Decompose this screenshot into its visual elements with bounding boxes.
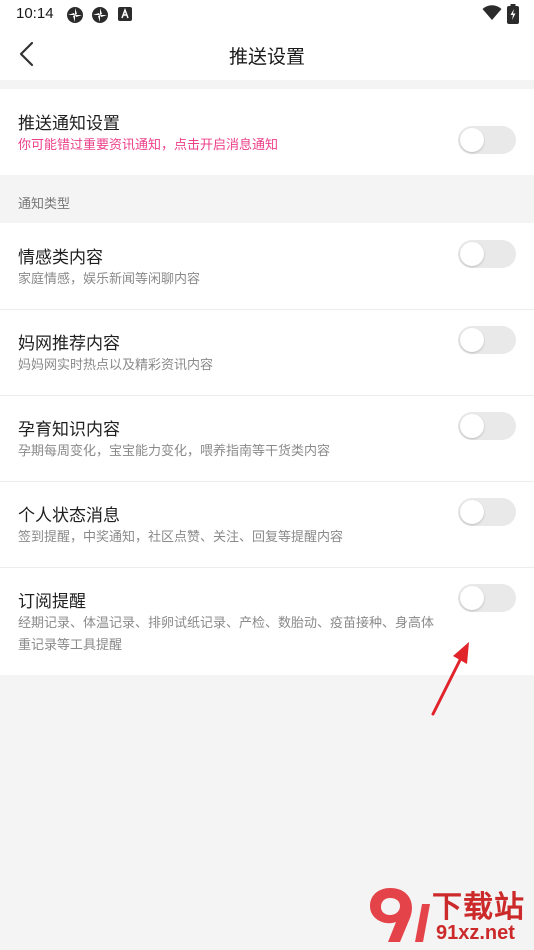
watermark-url: 91xz.net [436, 922, 515, 944]
list-item-title: 订阅提醒 [18, 592, 86, 612]
emotion-content-toggle[interactable] [458, 240, 516, 268]
push-notification-title: 推送通知设置 [18, 114, 120, 134]
parenting-knowledge-toggle[interactable] [458, 412, 516, 440]
list-item-title: 个人状态消息 [18, 506, 120, 526]
nav-bar: 推送设置 [0, 28, 534, 80]
pinwheel-icon [92, 7, 108, 23]
list-item-personal-status[interactable]: 个人状态消息 签到提醒，中奖通知，社区点赞、关注、回复等提醒内容 [0, 482, 534, 568]
subscription-reminder-toggle[interactable] [458, 584, 516, 612]
toggle-knob [460, 328, 484, 352]
toggle-knob [460, 414, 484, 438]
recommended-content-toggle[interactable] [458, 326, 516, 354]
pinwheel-icon [67, 7, 83, 23]
notification-types-list: 情感类内容 家庭情感，娱乐新闻等闲聊内容 妈网推荐内容 妈妈网实时热点以及精彩资… [0, 223, 534, 675]
list-item-description: 妈妈网实时热点以及精彩资讯内容 [18, 358, 214, 373]
toggle-knob [460, 242, 484, 266]
list-item-emotion-content[interactable]: 情感类内容 家庭情感，娱乐新闻等闲聊内容 [0, 223, 534, 310]
personal-status-toggle[interactable] [458, 498, 516, 526]
push-notification-toggle[interactable] [458, 126, 516, 154]
toggle-knob [460, 586, 484, 610]
list-item-description: 签到提醒，中奖通知，社区点赞、关注、回复等提醒内容 [18, 530, 344, 545]
toggle-knob [460, 500, 484, 524]
page-title: 推送设置 [228, 46, 305, 68]
app-notification-icon [118, 7, 132, 21]
list-item-title: 情感类内容 [18, 248, 103, 268]
status-bar: 10:14 [0, 0, 534, 28]
list-item-description: 孕期每周变化，宝宝能力变化，喂养指南等干货类内容 [18, 444, 331, 459]
push-notification-setting[interactable]: 推送通知设置 你可能错过重要资讯通知，点击开启消息通知 [0, 89, 534, 175]
section-header-notification-types: 通知类型 [18, 197, 71, 212]
list-item-recommended-content[interactable]: 妈网推荐内容 妈妈网实时热点以及精彩资讯内容 [0, 310, 534, 396]
watermark: 下载站 91xz.net [360, 882, 534, 946]
annotation-arrow-icon [431, 642, 469, 716]
battery-charging-icon [507, 4, 519, 24]
push-notification-hint: 你可能错过重要资讯通知，点击开启消息通知 [18, 138, 279, 153]
wifi-icon [482, 5, 502, 20]
list-item-parenting-knowledge[interactable]: 孕育知识内容 孕期每周变化，宝宝能力变化，喂养指南等干货类内容 [0, 396, 534, 482]
list-item-title: 妈网推荐内容 [18, 334, 120, 354]
list-item-title: 孕育知识内容 [18, 420, 120, 440]
toggle-knob [460, 128, 484, 152]
watermark-logo-text: 下载站 [432, 890, 525, 925]
list-item-description: 家庭情感，娱乐新闻等闲聊内容 [18, 272, 201, 287]
status-time: 10:14 [16, 5, 54, 22]
list-item-description: 经期记录、体温记录、排卵试纸记录、产检、数胎动、疫苗接种、身高体重记录等工具提醒 [18, 616, 435, 653]
